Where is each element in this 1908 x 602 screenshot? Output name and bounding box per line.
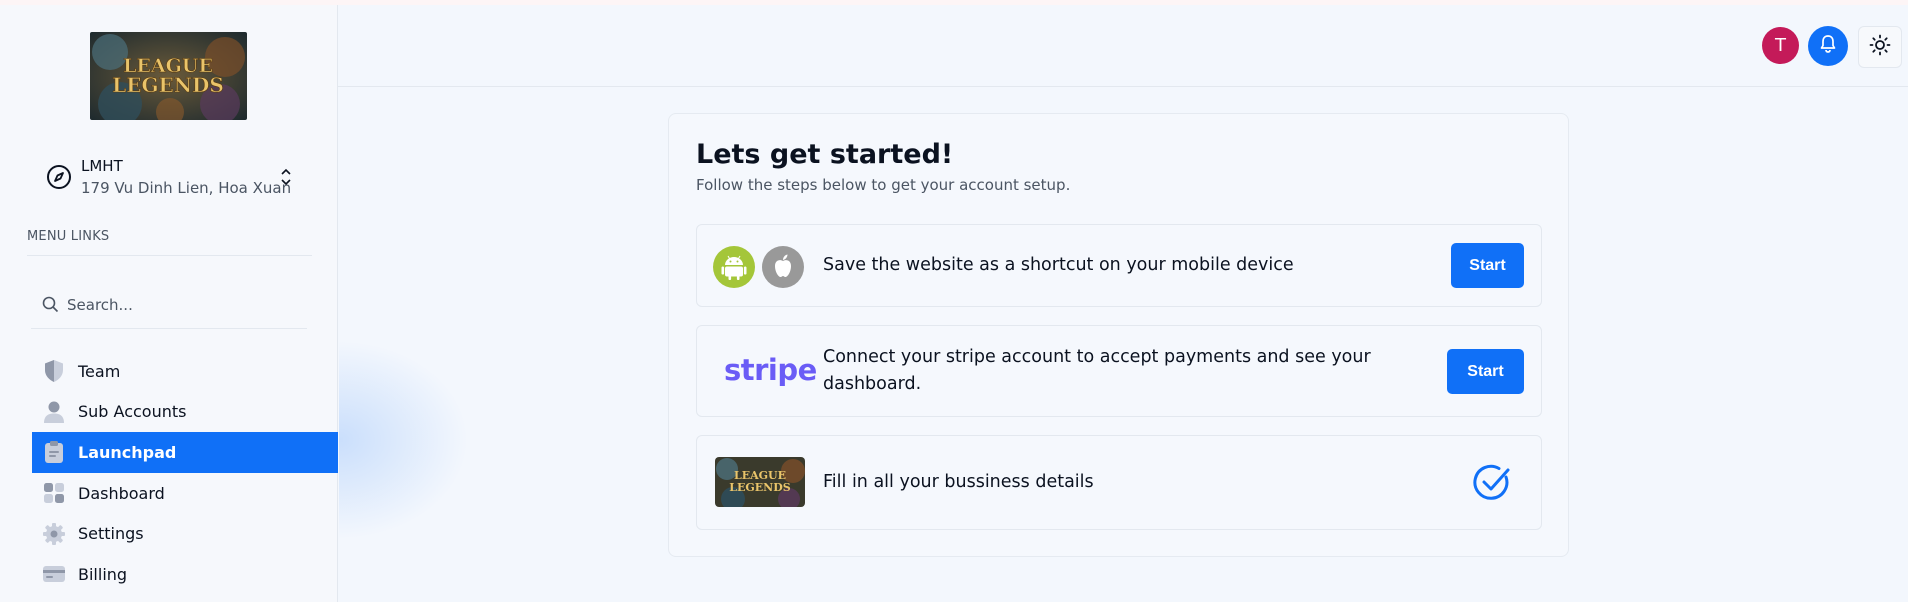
sidebar-search [31, 283, 307, 329]
compass-icon [46, 164, 72, 190]
step-business-details: LEAGUE LEGENDS Fill in all your bussines… [696, 435, 1542, 530]
avatar-initial: T [1775, 35, 1786, 56]
step-mobile-shortcut: Save the website as a shortcut on your m… [696, 224, 1542, 307]
start-button[interactable]: Start [1447, 349, 1524, 394]
sidebar-item-label: Team [78, 361, 121, 381]
step-text: Save the website as a shortcut on your m… [823, 255, 1294, 275]
credit-card-icon [42, 562, 66, 586]
sidebar-nav: Team Sub Accounts Launchpad Dashboard Se… [32, 351, 338, 595]
step-text: Fill in all your bussiness details [823, 472, 1094, 492]
account-address: 179 Vu Dinh Lien, Hoa Xuan [81, 179, 292, 197]
step-text: Connect your stripe account to accept pa… [823, 347, 1371, 394]
bell-icon [1818, 34, 1838, 58]
search-icon [42, 296, 59, 313]
theme-toggle-button[interactable] [1858, 26, 1902, 68]
sidebar-item-team[interactable]: Team [32, 351, 338, 392]
shield-icon [42, 359, 66, 383]
gear-icon [42, 522, 66, 546]
sidebar-item-label: Settings [78, 524, 144, 544]
background-glow [339, 340, 469, 540]
launchpad-title: Lets get started! [696, 139, 954, 170]
account-switcher[interactable]: LMHT 179 Vu Dinh Lien, Hoa Xuan [44, 155, 294, 199]
top-header [338, 5, 1908, 87]
menu-links-label: MENU LINKS [27, 229, 110, 244]
check-circle-icon [1472, 463, 1512, 503]
search-input[interactable] [67, 291, 297, 319]
svg-text:LEGENDS: LEGENDS [729, 481, 790, 494]
brand-logo[interactable]: LEAGUE LEGENDS [90, 32, 247, 120]
business-logo: LEAGUE LEGENDS [715, 457, 805, 507]
sidebar-item-billing[interactable]: Billing [32, 554, 338, 595]
android-icon [713, 246, 755, 288]
step-connect-stripe: stripe Connect your stripe account to ac… [696, 325, 1542, 417]
sidebar-item-label: Dashboard [78, 483, 165, 503]
svg-text:LEGENDS: LEGENDS [112, 73, 224, 97]
sidebar-item-label: Launchpad [78, 442, 177, 462]
launchpad-subtitle: Follow the steps below to get your accou… [696, 176, 1071, 194]
sidebar-item-settings[interactable]: Settings [32, 513, 338, 554]
sidebar: LEAGUE LEGENDS LMHT 179 Vu Dinh Lien, Ho… [0, 5, 338, 602]
launchpad-card: Lets get started! Follow the steps below… [668, 113, 1569, 557]
stripe-logo: stripe [724, 353, 817, 387]
notifications-button[interactable] [1808, 26, 1848, 66]
sun-icon [1869, 34, 1891, 60]
sidebar-item-dashboard[interactable]: Dashboard [32, 473, 338, 514]
start-button[interactable]: Start [1451, 243, 1524, 288]
sidebar-item-launchpad[interactable]: Launchpad [32, 432, 338, 473]
sidebar-item-label: Sub Accounts [78, 402, 187, 422]
divider [27, 255, 312, 256]
apple-icon [762, 246, 804, 288]
person-icon [42, 400, 66, 424]
clipboard-icon [42, 440, 66, 464]
user-avatar[interactable]: T [1762, 27, 1799, 64]
chevron-up-down-icon [280, 167, 292, 187]
dashboard-icon [42, 481, 66, 505]
sidebar-item-sub-accounts[interactable]: Sub Accounts [32, 392, 338, 433]
sidebar-item-label: Billing [78, 564, 128, 584]
account-name: LMHT [81, 157, 123, 175]
